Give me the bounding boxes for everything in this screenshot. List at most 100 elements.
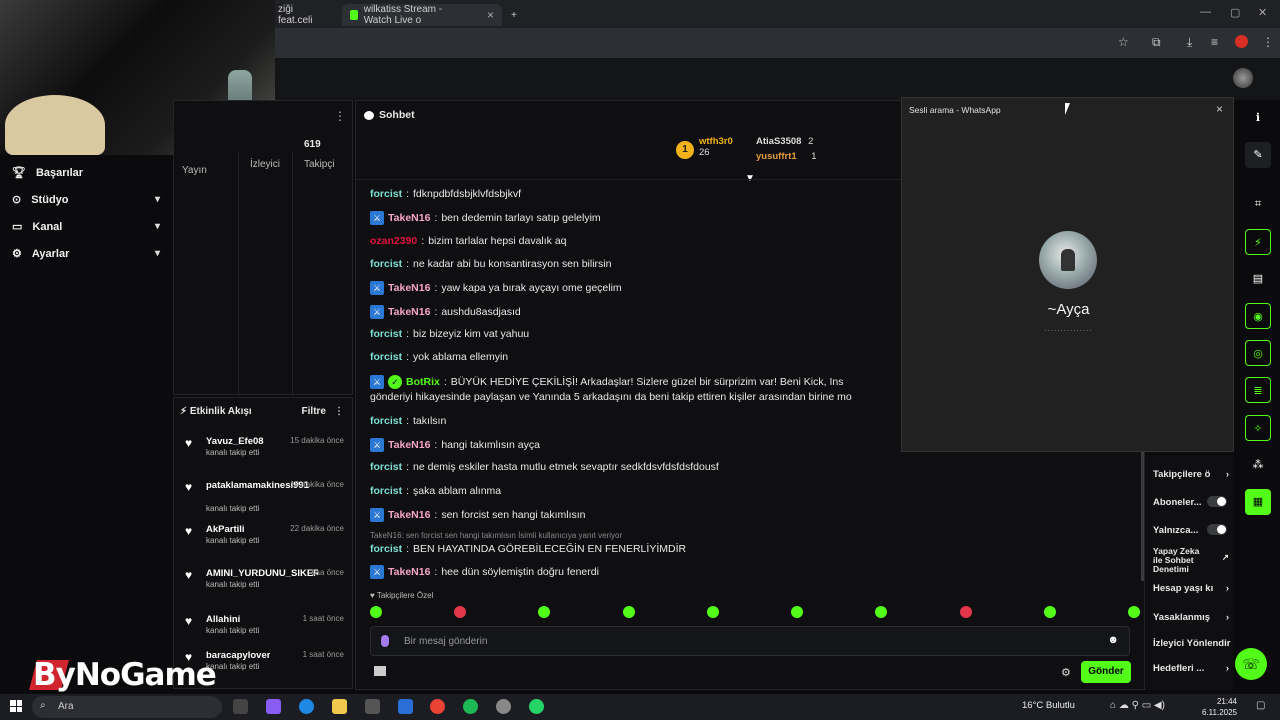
- extensions-icon[interactable]: ⧉: [1152, 35, 1161, 50]
- chat-message[interactable]: forcist: biz bizeyiz kim vat yahuu: [370, 328, 529, 340]
- task-view-icon[interactable]: [233, 699, 248, 714]
- broadcast-icon[interactable]: ◎: [1245, 340, 1271, 366]
- chat-username[interactable]: TakeN16: [388, 509, 430, 521]
- chat-username[interactable]: forcist: [370, 351, 402, 363]
- obs-icon[interactable]: [496, 699, 511, 714]
- kebab-icon[interactable]: ⋮: [334, 406, 344, 417]
- emote-icon[interactable]: [959, 606, 972, 618]
- edit-icon[interactable]: ✎: [1245, 142, 1271, 168]
- chat-message[interactable]: ⚔ TakeN16: ben dedemin tarlayı satıp gelel…: [370, 211, 601, 225]
- chat-username[interactable]: forcist: [370, 328, 402, 340]
- chat-setting-item[interactable]: Hesap yaşı kı ›: [1153, 583, 1233, 594]
- emote-icon[interactable]: [1043, 606, 1056, 618]
- toggle-switch[interactable]: [1207, 524, 1227, 535]
- chat-message-input[interactable]: Bir mesaj gönderin ☻: [370, 626, 1130, 656]
- clock[interactable]: 21:44 6.11.2025: [1202, 696, 1237, 718]
- chat-username[interactable]: TakeN16: [388, 212, 430, 224]
- tab-song[interactable]: ziği feat.celi: [270, 4, 332, 26]
- toggle-switch[interactable]: [1207, 496, 1227, 507]
- filter-button[interactable]: Filtre: [302, 406, 326, 417]
- emote-icon[interactable]: [454, 606, 467, 618]
- chat-setting-item[interactable]: Yalnızca...: [1153, 524, 1233, 536]
- crop-icon[interactable]: ⌗: [1245, 191, 1271, 217]
- menu-kebab-icon[interactable]: ⋮: [1262, 35, 1274, 49]
- chat-setting-item[interactable]: İzleyici Yönlendir: [1153, 638, 1233, 649]
- star-icon[interactable]: ☆: [1118, 35, 1129, 49]
- chat-setting-item[interactable]: Aboneler...: [1153, 496, 1233, 508]
- layers-icon[interactable]: ≣: [1245, 377, 1271, 403]
- chat-username[interactable]: forcist: [370, 188, 402, 200]
- chat-username[interactable]: forcist: [370, 485, 402, 497]
- spotify-icon[interactable]: [463, 699, 478, 714]
- chat-message[interactable]: forcist: yok ablama ellemyin: [370, 351, 508, 363]
- tab-kick-stream[interactable]: wilkatiss Stream - Watch Live o ×: [342, 4, 502, 26]
- clapper-icon[interactable]: ▦: [1245, 489, 1271, 515]
- nav-item-settings[interactable]: ⚙ Ayarlar ▾: [12, 247, 160, 261]
- chat-message[interactable]: ⚔ TakeN16: hee dün söylemiştin doğru fener…: [370, 565, 599, 579]
- emote-icon[interactable]: [370, 606, 382, 618]
- close-window-icon[interactable]: ✕: [1258, 6, 1267, 19]
- tray-icons[interactable]: ⌂ ☁ ⚲ ▭ ◀): [1110, 700, 1165, 711]
- weather-widget[interactable]: 16°C Bulutlu: [1022, 700, 1075, 711]
- chat-setting-item[interactable]: Takipçilere ö ›: [1153, 469, 1233, 480]
- chat-message[interactable]: forcist: ne demiş eskiler hasta mutlu etm…: [370, 461, 719, 473]
- chat-username[interactable]: forcist: [370, 543, 402, 555]
- chat-message[interactable]: forcist: fdknpdbfdsbjklvfdsbjkvf: [370, 188, 521, 200]
- emote-icon[interactable]: [791, 606, 804, 618]
- chat-message[interactable]: ozan2390: bizim tarlalar hepsi davalık aq: [370, 235, 567, 247]
- chat-setting-item[interactable]: Yasaklanmış ›: [1153, 612, 1233, 623]
- chat-username[interactable]: TakeN16: [388, 306, 430, 318]
- file-explorer-icon[interactable]: [332, 699, 347, 714]
- chat-message[interactable]: ⚔ TakeN16: hangi takımlısın ayça: [370, 438, 540, 452]
- emote-icon[interactable]: [706, 606, 719, 618]
- close-icon[interactable]: ×: [1216, 102, 1223, 116]
- emote-icon[interactable]: [1127, 606, 1140, 618]
- store-icon[interactable]: [374, 666, 386, 676]
- copilot-icon[interactable]: [266, 699, 281, 714]
- minimize-icon[interactable]: —: [1200, 6, 1211, 18]
- media-icon[interactable]: ≡: [1211, 35, 1218, 49]
- new-tab-button[interactable]: +: [503, 4, 525, 26]
- chat-scrollbar[interactable]: [1141, 451, 1144, 581]
- kebab-icon[interactable]: ⋮: [334, 109, 346, 123]
- botrix-message[interactable]: ⚔ ✓ BotRix: BÜYÜK HEDİYE ÇEKİLİŞİ! Arkadaşl…: [370, 375, 843, 389]
- emote-icon[interactable]: [622, 606, 635, 618]
- notifications-icon[interactable]: ▢: [1256, 700, 1265, 711]
- nav-item-channel[interactable]: ▭ Kanal ▾: [12, 220, 160, 234]
- chat-message[interactable]: forcist: takılsın: [370, 415, 446, 427]
- chat-username[interactable]: ozan2390: [370, 235, 417, 247]
- chat-setting-item[interactable]: Yapay Zeka ile Sohbet Denetimi ↗: [1153, 547, 1229, 574]
- outlook-icon[interactable]: [398, 699, 413, 714]
- chat-message[interactable]: forcist: şaka ablam alınma: [370, 485, 501, 497]
- chat-message[interactable]: ⚔ TakeN16: sen forcist sen hangi takımlısı…: [370, 508, 586, 522]
- nav-item-achievements[interactable]: 🏆︎ Başarılar: [12, 166, 160, 180]
- wrench-icon[interactable]: ✧: [1245, 415, 1271, 441]
- tab-close-icon[interactable]: ×: [487, 8, 494, 22]
- chrome-icon[interactable]: [430, 699, 445, 714]
- user-avatar[interactable]: [1233, 68, 1253, 88]
- send-button[interactable]: Gönder: [1081, 661, 1131, 683]
- nodes-icon[interactable]: ⁂: [1245, 452, 1271, 478]
- windows-start-icon[interactable]: [10, 700, 22, 712]
- leader-first[interactable]: wtfh3r0 26: [699, 136, 733, 158]
- emoji-icon[interactable]: ☻: [1107, 634, 1119, 646]
- bolt-icon[interactable]: ⚡︎: [1245, 229, 1271, 255]
- taskbar-search[interactable]: ⌕ Ara: [32, 696, 222, 718]
- chat-username[interactable]: TakeN16: [388, 282, 430, 294]
- chat-username[interactable]: forcist: [370, 461, 402, 473]
- chat-username[interactable]: forcist: [370, 415, 402, 427]
- clipboard-icon[interactable]: ▤: [1245, 266, 1271, 292]
- download-icon[interactable]: ⤓: [1187, 35, 1192, 50]
- profile-avatar[interactable]: [1235, 35, 1248, 48]
- edge-icon[interactable]: [299, 699, 314, 714]
- chat-message[interactable]: ⚔ TakeN16: yaw kapa ya bırak ayçayı ome ge…: [370, 281, 622, 295]
- info-icon[interactable]: ℹ: [1245, 105, 1271, 131]
- chat-settings-gear-icon[interactable]: ⚙: [1061, 666, 1071, 679]
- chat-message[interactable]: ⚔ TakeN16: aushdu8asdjasıd: [370, 305, 521, 319]
- chat-username[interactable]: forcist: [370, 258, 402, 270]
- chat-setting-item[interactable]: Hedefleri ... ›: [1153, 663, 1233, 674]
- chat-icon[interactable]: ◉: [1245, 303, 1271, 329]
- store-app-icon[interactable]: [365, 699, 380, 714]
- chat-message[interactable]: forcist: ne kadar abi bu konsantirasyon s…: [370, 258, 611, 270]
- microphone-icon[interactable]: [381, 635, 389, 647]
